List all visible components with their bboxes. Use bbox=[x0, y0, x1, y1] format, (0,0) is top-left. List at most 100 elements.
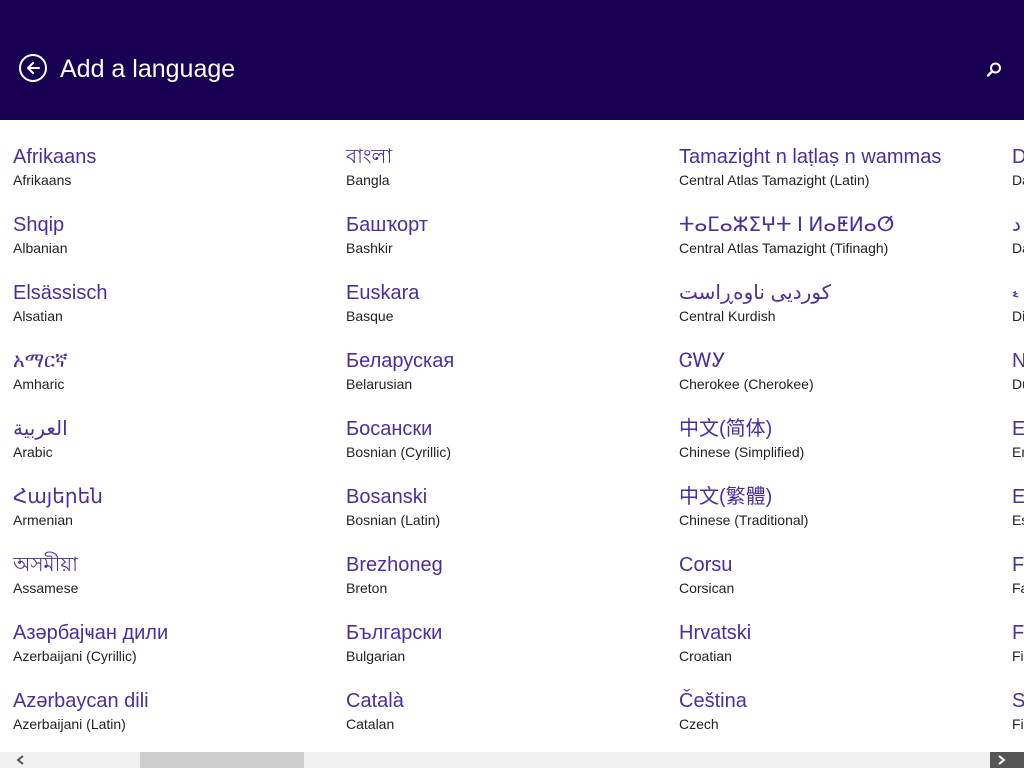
language-item-corsican[interactable]: Corsu Corsican bbox=[679, 552, 941, 620]
language-english-name: Da bbox=[1012, 240, 1024, 256]
language-english-name: Di bbox=[1012, 308, 1024, 324]
language-item-amharic[interactable]: አማርኛ Amharic bbox=[13, 348, 168, 416]
language-item-belarusian[interactable]: Беларуская Belarusian bbox=[346, 348, 454, 416]
language-english-name: Czech bbox=[679, 716, 719, 732]
language-item-partial[interactable]: N Du bbox=[1012, 348, 1024, 416]
language-native-name: Hrvatski bbox=[679, 622, 752, 644]
language-item-cherokee[interactable]: ᏣᎳᎩ Cherokee (Cherokee) bbox=[679, 348, 941, 416]
language-native-name: ޑ bbox=[1012, 282, 1019, 304]
language-english-name: Catalan bbox=[346, 716, 395, 732]
language-native-name: Azərbaycan dili bbox=[13, 690, 149, 712]
page-header: Add a language bbox=[0, 0, 1024, 120]
language-english-name: Central Atlas Tamazight (Latin) bbox=[679, 172, 870, 188]
language-english-name: Arabic bbox=[13, 444, 53, 460]
language-item-armenian[interactable]: Հայերեն Armenian bbox=[13, 484, 168, 552]
language-item-central-atlas-tamazight-tifinagh[interactable]: ⵜⴰⵎⴰⵣⵉⵖⵜ ⵏ ⵍⴰⵟⵍⴰⵚ Central Atlas Tamazight… bbox=[679, 212, 941, 280]
language-native-name: Brezhoneg bbox=[346, 554, 443, 576]
language-english-name: Breton bbox=[346, 580, 388, 596]
language-item-azerbaijani-cyrillic[interactable]: Азәрбајҹан дили Azerbaijani (Cyrillic) bbox=[13, 620, 168, 688]
language-item-bosnian-cyrillic[interactable]: Босански Bosnian (Cyrillic) bbox=[346, 416, 454, 484]
language-item-basque[interactable]: Euskara Basque bbox=[346, 280, 454, 348]
language-column-4-partial: D Da د Da ޑ Di N Du E En Ee Es Fø Fa Fi Fil S Fin bbox=[1012, 144, 1024, 752]
language-item-croatian[interactable]: Hrvatski Croatian bbox=[679, 620, 941, 688]
language-native-name: د bbox=[1012, 214, 1021, 236]
language-native-name: Fi bbox=[1012, 622, 1024, 644]
language-item-afrikaans[interactable]: Afrikaans Afrikaans bbox=[13, 144, 168, 212]
language-native-name: ⵜⴰⵎⴰⵣⵉⵖⵜ ⵏ ⵍⴰⵟⵍⴰⵚ bbox=[679, 214, 895, 236]
language-native-name: Fø bbox=[1012, 554, 1024, 576]
language-english-name: Chinese (Traditional) bbox=[679, 512, 809, 528]
language-native-name: Shqip bbox=[13, 214, 65, 236]
language-native-name: ᏣᎳᎩ bbox=[679, 350, 726, 372]
language-item-central-atlas-tamazight-latin[interactable]: Tamazight n laṭlaṣ n wammas Central Atlas… bbox=[679, 144, 941, 212]
language-english-name: Assamese bbox=[13, 580, 79, 596]
search-icon bbox=[984, 62, 1004, 84]
language-column-2: বাংলা Bangla Башҡорт Bashkir Euskara Basque… bbox=[346, 144, 454, 752]
language-item-partial[interactable]: D Da bbox=[1012, 144, 1024, 212]
language-native-name: አማርኛ bbox=[13, 350, 68, 372]
language-item-partial[interactable]: د Da bbox=[1012, 212, 1024, 280]
language-native-name: Беларуская bbox=[346, 350, 455, 372]
language-english-name: Central Atlas Tamazight (Tifinagh) bbox=[679, 240, 889, 256]
language-english-name: Corsican bbox=[679, 580, 735, 596]
language-english-name: Chinese (Simplified) bbox=[679, 444, 805, 460]
horizontal-scrollbar[interactable] bbox=[0, 752, 1024, 768]
language-list[interactable]: Afrikaans Afrikaans Shqip Albanian Elsässi… bbox=[0, 120, 1024, 752]
language-item-bulgarian[interactable]: Български Bulgarian bbox=[346, 620, 454, 688]
language-item-arabic[interactable]: العربية Arabic bbox=[13, 416, 168, 484]
language-item-central-kurdish[interactable]: کوردیی ناوەڕاست Central Kurdish bbox=[679, 280, 941, 348]
language-english-name: Fil bbox=[1012, 648, 1024, 664]
language-english-name: Bosnian (Latin) bbox=[346, 512, 441, 528]
language-english-name: Belarusian bbox=[346, 376, 413, 392]
language-native-name: Euskara bbox=[346, 282, 420, 304]
language-item-partial[interactable]: S Fin bbox=[1012, 688, 1024, 752]
language-item-bosnian-latin[interactable]: Bosanski Bosnian (Latin) bbox=[346, 484, 454, 552]
language-item-partial[interactable]: ޑ Di bbox=[1012, 280, 1024, 348]
language-native-name: 中文(简体) bbox=[679, 418, 773, 440]
scrollbar-thumb[interactable] bbox=[140, 752, 304, 768]
language-native-name: 中文(繁體) bbox=[679, 486, 773, 508]
language-item-partial[interactable]: Ee Es bbox=[1012, 484, 1024, 552]
language-native-name: অসমীয়া bbox=[13, 554, 78, 576]
language-item-assamese[interactable]: অসমীয়া Assamese bbox=[13, 552, 168, 620]
language-item-czech[interactable]: Čeština Czech bbox=[679, 688, 941, 752]
language-item-breton[interactable]: Brezhoneg Breton bbox=[346, 552, 454, 620]
back-button[interactable] bbox=[19, 54, 47, 82]
language-english-name: Es bbox=[1012, 512, 1024, 528]
language-native-name: Башҡорт bbox=[346, 214, 428, 236]
language-item-chinese-simplified[interactable]: 中文(简体) Chinese (Simplified) bbox=[679, 416, 941, 484]
language-item-albanian[interactable]: Shqip Albanian bbox=[13, 212, 168, 280]
language-item-partial[interactable]: Fi Fil bbox=[1012, 620, 1024, 688]
language-item-catalan[interactable]: Català Catalan bbox=[346, 688, 454, 752]
language-native-name: Čeština bbox=[679, 690, 747, 712]
language-english-name: Azerbaijani (Latin) bbox=[13, 716, 126, 732]
language-item-chinese-traditional[interactable]: 中文(繁體) Chinese (Traditional) bbox=[679, 484, 941, 552]
language-english-name: En bbox=[1012, 444, 1024, 460]
language-item-bangla[interactable]: বাংলা Bangla bbox=[346, 144, 454, 212]
language-native-name: Азәрбајҹан дили bbox=[13, 622, 169, 644]
language-english-name: Bashkir bbox=[346, 240, 393, 256]
search-button[interactable] bbox=[984, 60, 1004, 80]
language-native-name: Босански bbox=[346, 418, 433, 440]
language-english-name: Bangla bbox=[346, 172, 390, 188]
language-native-name: S bbox=[1012, 690, 1024, 712]
language-native-name: Български bbox=[346, 622, 443, 644]
language-native-name: বাংলা bbox=[346, 146, 393, 168]
language-native-name: Afrikaans bbox=[13, 146, 97, 168]
language-item-alsatian[interactable]: Elsässisch Alsatian bbox=[13, 280, 168, 348]
language-item-partial[interactable]: E En bbox=[1012, 416, 1024, 484]
language-english-name: Azerbaijani (Cyrillic) bbox=[13, 648, 137, 664]
language-item-azerbaijani-latin[interactable]: Azərbaycan dili Azerbaijani (Latin) bbox=[13, 688, 168, 752]
scroll-right-button[interactable] bbox=[990, 752, 1024, 768]
language-english-name: Amharic bbox=[13, 376, 65, 392]
language-item-bashkir[interactable]: Башҡорт Bashkir bbox=[346, 212, 454, 280]
language-native-name: Corsu bbox=[679, 554, 733, 576]
language-native-name: Tamazight n laṭlaṣ n wammas bbox=[679, 146, 942, 168]
language-native-name: Bosanski bbox=[346, 486, 428, 508]
language-item-partial[interactable]: Fø Fa bbox=[1012, 552, 1024, 620]
language-english-name: Bosnian (Cyrillic) bbox=[346, 444, 452, 460]
scroll-left-button[interactable] bbox=[0, 752, 38, 768]
language-column-3: Tamazight n laṭlaṣ n wammas Central Atlas… bbox=[679, 144, 941, 752]
language-english-name: Fa bbox=[1012, 580, 1024, 596]
language-english-name: Alsatian bbox=[13, 308, 63, 324]
